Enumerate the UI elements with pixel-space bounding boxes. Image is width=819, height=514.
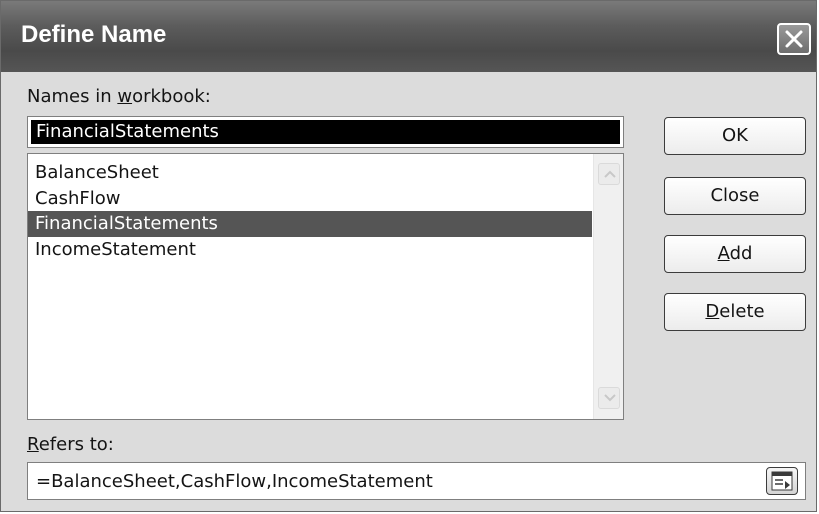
- title-bar: Define Name: [1, 1, 816, 72]
- list-scrollbar[interactable]: [593, 154, 623, 419]
- dialog-title: Define Name: [21, 21, 167, 48]
- collapse-dialog-icon: [771, 471, 793, 491]
- name-input-value: FinancialStatements: [36, 121, 219, 142]
- add-button[interactable]: Add: [664, 235, 806, 273]
- chevron-up-icon: [604, 170, 616, 178]
- refers-to-value: =BalanceSheet,CashFlow,IncomeStatement: [36, 471, 433, 492]
- name-input[interactable]: FinancialStatements: [27, 116, 624, 148]
- delete-button[interactable]: Delete: [664, 293, 806, 331]
- ok-button[interactable]: OK: [664, 117, 806, 155]
- names-in-workbook-label: Names in workbook:: [27, 86, 211, 107]
- refers-to-input[interactable]: =BalanceSheet,CashFlow,IncomeStatement: [27, 462, 806, 500]
- scroll-up-button[interactable]: [598, 163, 620, 185]
- chevron-down-icon: [604, 394, 616, 402]
- close-dialog-button[interactable]: [777, 23, 811, 55]
- collapse-dialog-button[interactable]: [766, 467, 798, 495]
- close-button[interactable]: Close: [664, 177, 806, 215]
- list-item[interactable]: CashFlow: [28, 186, 592, 212]
- close-x-icon: [785, 30, 803, 48]
- names-list[interactable]: BalanceSheet CashFlow FinancialStatement…: [27, 153, 624, 420]
- list-item-selected[interactable]: FinancialStatements: [28, 211, 592, 237]
- scroll-down-button[interactable]: [598, 387, 620, 409]
- define-name-dialog: Define Name Names in workbook: Financial…: [0, 0, 817, 512]
- list-item[interactable]: BalanceSheet: [28, 160, 592, 186]
- list-item[interactable]: IncomeStatement: [28, 237, 592, 263]
- refers-to-label: Refers to:: [27, 434, 114, 455]
